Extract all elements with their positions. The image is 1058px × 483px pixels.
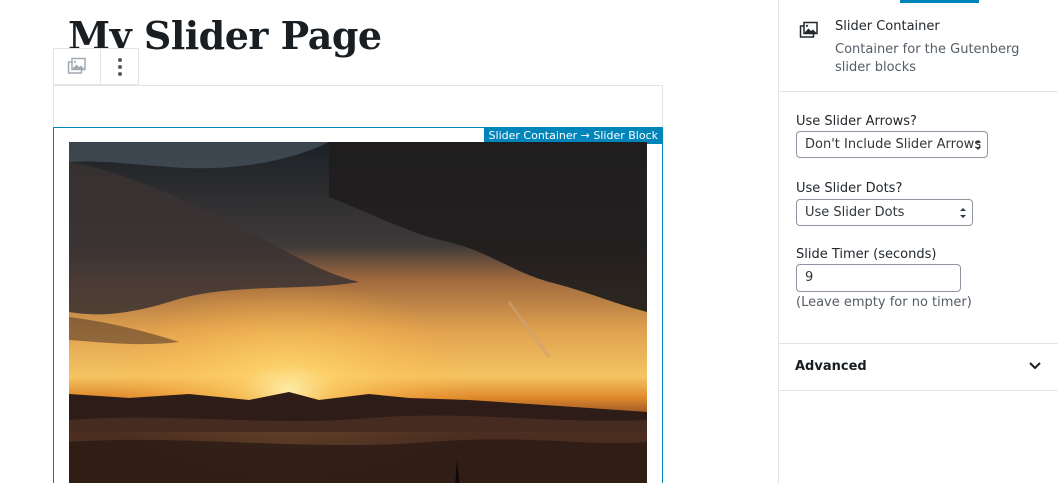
select-caret-icon: [960, 208, 966, 218]
dots-label: Use Slider Dots?: [796, 181, 903, 196]
block-card-description: Container for the Gutenberg slider block…: [835, 42, 1020, 75]
block-card-title: Slider Container: [835, 19, 940, 34]
block-card: Slider Container Container for the Guten…: [779, 0, 1058, 92]
gallery-icon: [67, 57, 86, 74]
more-options-button[interactable]: [101, 49, 138, 84]
chevron-down-icon: [1029, 362, 1041, 370]
arrows-select[interactable]: Don't Include Slider Arrows: [796, 131, 988, 158]
vertical-ellipsis-icon: [117, 57, 122, 76]
dots-select[interactable]: Use Slider Dots: [796, 199, 973, 226]
sunset-slide-image: [69, 142, 647, 483]
editor-canvas: My Slider Page Slider Container → Slider…: [0, 0, 778, 483]
advanced-panel-toggle[interactable]: Advanced: [779, 344, 1058, 390]
block-type-button[interactable]: [54, 49, 102, 84]
settings-sidebar: Slider Container Container for the Guten…: [778, 0, 1058, 483]
dots-select-value: Use Slider Dots: [805, 205, 905, 220]
panel-divider: [779, 390, 1058, 391]
timer-help-text: (Leave empty for no timer): [796, 295, 972, 310]
advanced-label: Advanced: [795, 359, 867, 374]
arrows-select-value: Don't Include Slider Arrows: [805, 137, 982, 152]
select-caret-icon: [975, 140, 981, 150]
block-toolbar: [53, 48, 139, 85]
arrows-label: Use Slider Arrows?: [796, 114, 917, 129]
timer-label: Slide Timer (seconds): [796, 247, 937, 262]
gallery-icon: [799, 21, 818, 38]
timer-input[interactable]: 9: [796, 264, 961, 292]
